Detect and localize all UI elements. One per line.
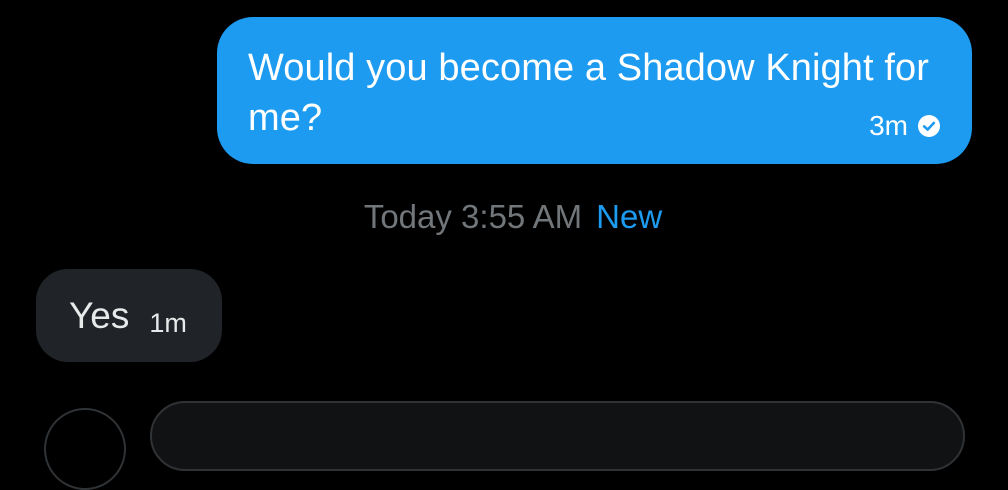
day-separator: Today 3:55 AM New bbox=[0, 197, 1008, 237]
outgoing-message-bubble[interactable]: Would you become a Shadow Knight for me?… bbox=[217, 17, 972, 164]
incoming-message-text: Yes bbox=[69, 294, 130, 336]
check-circle-icon bbox=[918, 115, 940, 137]
new-messages-label: New bbox=[596, 198, 663, 235]
incoming-message-bubble[interactable]: Yes 1m bbox=[36, 269, 222, 362]
outgoing-message-time: 3m bbox=[869, 110, 908, 141]
day-separator-label: Today 3:55 AM bbox=[363, 198, 583, 235]
incoming-message-time: 1m bbox=[149, 307, 187, 338]
avatar[interactable] bbox=[44, 408, 126, 490]
outgoing-message-text: Would you become a Shadow Knight for me? bbox=[248, 47, 929, 139]
outgoing-message-meta: 3m bbox=[869, 110, 940, 142]
message-composer[interactable] bbox=[150, 401, 965, 471]
